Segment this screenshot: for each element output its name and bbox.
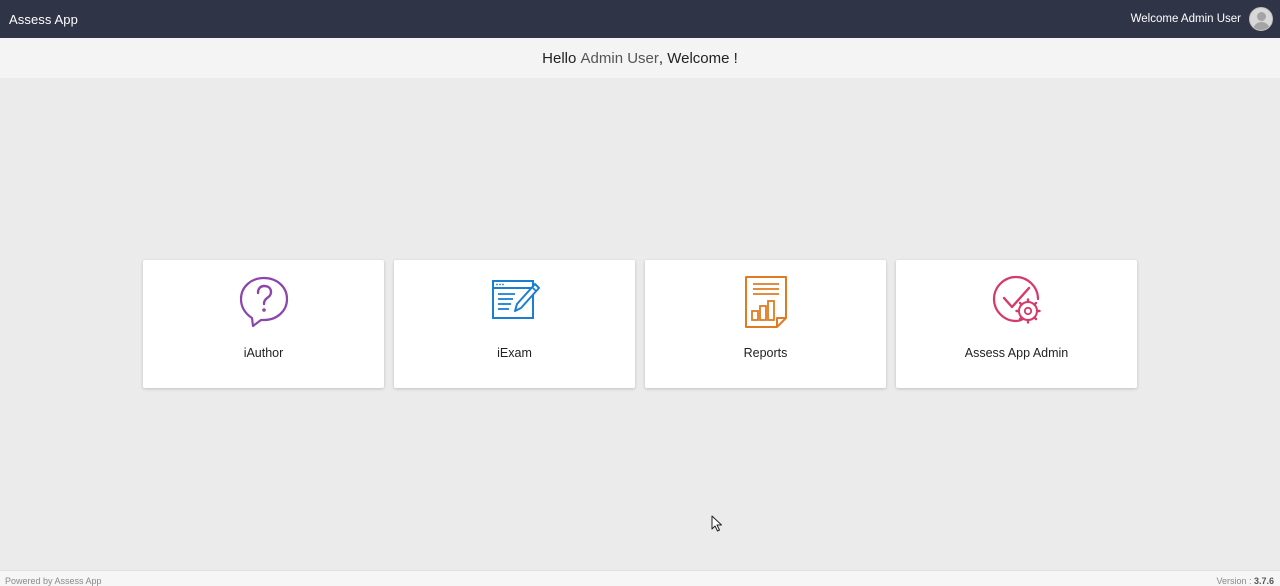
version-info: Version : 3.7.6: [1216, 576, 1274, 586]
tile-reports[interactable]: Reports: [645, 260, 886, 388]
tile-assess-app-admin[interactable]: Assess App Admin: [896, 260, 1137, 388]
greeting-suffix: , Welcome !: [658, 49, 738, 67]
report-document-icon: [744, 276, 787, 328]
greeting-banner: Hello Admin User , Welcome !: [0, 38, 1280, 78]
tile-iauthor[interactable]: iAuthor: [143, 260, 384, 388]
app-tiles: iAuthor iExam Reports Assess App Admin: [143, 260, 1137, 388]
tile-label: iAuthor: [243, 346, 284, 360]
exam-edit-icon: [491, 280, 540, 319]
tile-iexam[interactable]: iExam: [394, 260, 635, 388]
avatar[interactable]: [1249, 7, 1273, 31]
tile-label: iExam: [497, 346, 532, 360]
greeting-prefix: Hello: [542, 49, 581, 67]
user-menu[interactable]: Welcome Admin User: [1131, 7, 1273, 31]
avatar-head: [1257, 12, 1266, 21]
top-navigation-bar: Assess App Welcome Admin User: [0, 0, 1280, 38]
admin-settings-icon: [992, 275, 1041, 324]
tile-label: Reports: [743, 346, 788, 360]
version-number: 3.7.6: [1253, 576, 1274, 586]
greeting-user-name: Admin User: [580, 49, 659, 67]
app-title[interactable]: Assess App: [9, 12, 78, 27]
version-label: Version :: [1216, 576, 1254, 586]
footer: Powered by Assess App Version : 3.7.6: [0, 570, 1280, 586]
avatar-body: [1253, 22, 1270, 30]
question-bubble-icon: [239, 276, 288, 328]
tile-label: Assess App Admin: [964, 346, 1069, 360]
main-content: iAuthor iExam Reports Assess App Admin: [0, 78, 1280, 570]
welcome-user-text[interactable]: Welcome Admin User: [1131, 13, 1241, 25]
powered-by-text: Powered by Assess App: [5, 576, 102, 586]
mouse-pointer-icon: [711, 515, 722, 532]
